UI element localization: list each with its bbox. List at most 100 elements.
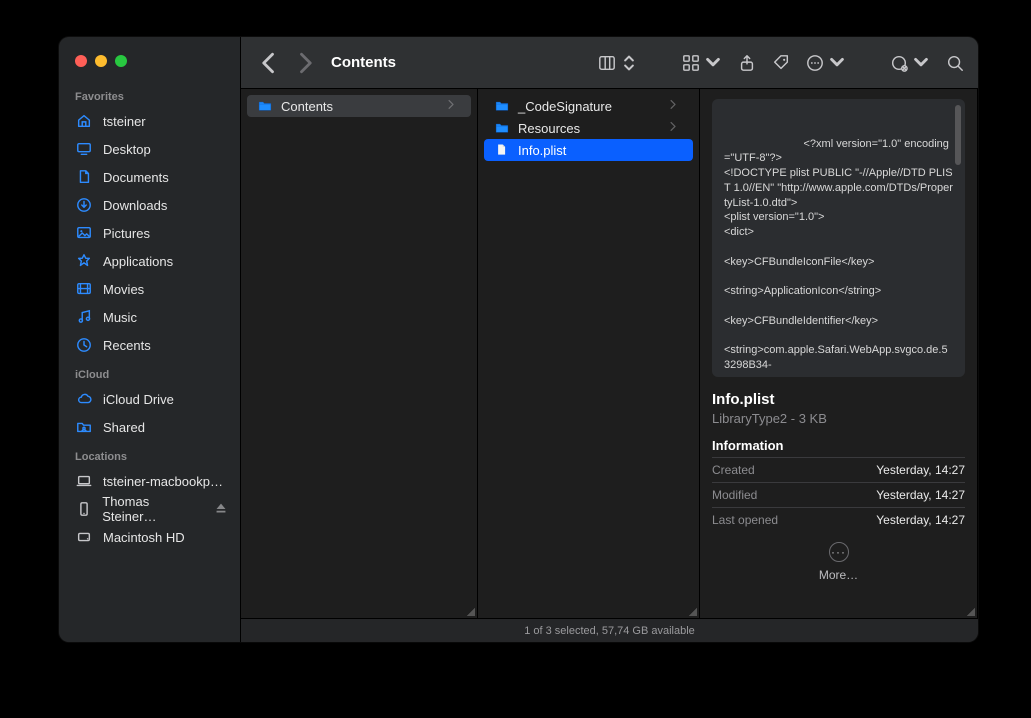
music-icon — [75, 308, 93, 326]
info-key: Modified — [712, 488, 757, 502]
status-text: 1 of 3 selected, 57,74 GB available — [524, 625, 695, 637]
sidebar-item-label: Thomas Steiner… — [102, 494, 202, 524]
info-key: Last opened — [712, 513, 778, 527]
folder-row[interactable]: Contents — [247, 95, 471, 117]
view-mode-button[interactable] — [598, 54, 638, 72]
status-bar: 1 of 3 selected, 57,74 GB available — [241, 618, 978, 642]
sidebar-item[interactable]: tsteiner-macbookp… — [59, 467, 240, 495]
laptop-icon — [75, 472, 93, 490]
column-1[interactable]: Contents — [241, 89, 478, 618]
info-value: Yesterday, 14:27 — [876, 513, 965, 527]
info-row: Created Yesterday, 14:27 — [712, 457, 965, 482]
sidebar-item-label: Pictures — [103, 226, 150, 241]
sidebar-item-label: Movies — [103, 282, 144, 297]
sidebar-item[interactable]: tsteiner — [59, 107, 240, 135]
chevron-right-icon — [667, 120, 683, 136]
row-label: Resources — [518, 121, 580, 136]
preview-column: <?xml version="1.0" encoding="UTF-8"?> <… — [700, 89, 978, 618]
sidebar-section-title: iCloud — [59, 365, 240, 385]
window-controls — [59, 51, 240, 83]
desktop-icon — [75, 140, 93, 158]
sidebar-item-label: Applications — [103, 254, 173, 269]
info-row: Last opened Yesterday, 14:27 — [712, 507, 965, 532]
window-title: Contents — [331, 54, 396, 71]
toolbar: Contents — [241, 37, 978, 89]
connect-button[interactable] — [890, 54, 930, 72]
column-2[interactable]: _CodeSignature Resources Info.plist — [478, 89, 700, 618]
search-button[interactable] — [946, 54, 964, 72]
file-preview[interactable]: <?xml version="1.0" encoding="UTF-8"?> <… — [712, 99, 965, 377]
info-heading: Information — [712, 438, 965, 453]
hdd-icon — [75, 528, 93, 546]
minimize-window-button[interactable] — [95, 55, 107, 67]
movie-icon — [75, 280, 93, 298]
info-row: Modified Yesterday, 14:27 — [712, 482, 965, 507]
sidebar-item[interactable]: Macintosh HD — [59, 523, 240, 551]
file-subtitle: LibraryType2 - 3 KB — [712, 411, 965, 426]
group-by-button[interactable] — [682, 54, 722, 72]
folder-icon — [257, 98, 273, 114]
house-icon — [75, 112, 93, 130]
sidebar-item[interactable]: Movies — [59, 275, 240, 303]
eject-icon[interactable] — [213, 500, 230, 518]
sidebar-item[interactable]: Applications — [59, 247, 240, 275]
sidebar-item-label: Recents — [103, 338, 151, 353]
sidebar: Favoriteststeiner Desktop Documents Downloa… — [59, 37, 241, 642]
sidebar-item[interactable]: Music — [59, 303, 240, 331]
folder-row[interactable]: Resources — [484, 117, 693, 139]
column-view: Contents _CodeSignature Resources Info.pli… — [241, 89, 978, 618]
phone-icon — [75, 500, 92, 518]
sidebar-item-label: Downloads — [103, 198, 167, 213]
actions-button[interactable] — [806, 54, 846, 72]
apps-icon — [75, 252, 93, 270]
file-name: Info.plist — [712, 391, 965, 408]
main-area: Contents — [241, 37, 978, 642]
file-details: Info.plist LibraryType2 - 3 KB Informati… — [712, 377, 965, 582]
sidebar-item[interactable]: Desktop — [59, 135, 240, 163]
folder-icon — [494, 120, 510, 136]
more-label[interactable]: More… — [819, 568, 858, 582]
sidebar-item[interactable]: Recents — [59, 331, 240, 359]
info-value: Yesterday, 14:27 — [876, 463, 965, 477]
more-actions-button[interactable]: ··· — [829, 542, 849, 562]
preview-scrollbar[interactable] — [955, 105, 961, 165]
sidebar-item-label: Documents — [103, 170, 169, 185]
sidebar-item-label: Music — [103, 310, 137, 325]
row-label: Info.plist — [518, 143, 566, 158]
zoom-window-button[interactable] — [115, 55, 127, 67]
info-value: Yesterday, 14:27 — [876, 488, 965, 502]
share-button[interactable] — [738, 54, 756, 72]
cloud-icon — [75, 390, 93, 408]
info-key: Created — [712, 463, 755, 477]
back-button[interactable] — [255, 49, 283, 77]
folder-icon — [494, 98, 510, 114]
row-label: _CodeSignature — [518, 99, 612, 114]
chevron-right-icon — [445, 98, 461, 114]
tags-button[interactable] — [772, 54, 790, 72]
sidebar-item-label: Shared — [103, 420, 145, 435]
sidebar-section-title: Locations — [59, 447, 240, 467]
sidebar-section-title: Favorites — [59, 87, 240, 107]
folder-shared-icon — [75, 418, 93, 436]
sidebar-item-label: tsteiner-macbookp… — [103, 474, 223, 489]
preview-text: <?xml version="1.0" encoding="UTF-8"?> <… — [724, 138, 953, 371]
sidebar-item[interactable]: Shared — [59, 413, 240, 441]
close-window-button[interactable] — [75, 55, 87, 67]
sidebar-item-label: iCloud Drive — [103, 392, 174, 407]
window-body: Favoriteststeiner Desktop Documents Downloa… — [59, 37, 978, 642]
image-icon — [75, 224, 93, 242]
finder-window: Favoriteststeiner Desktop Documents Downloa… — [59, 37, 978, 642]
file-icon — [494, 142, 510, 158]
file-row[interactable]: Info.plist — [484, 139, 693, 161]
sidebar-item-label: Macintosh HD — [103, 530, 185, 545]
sidebar-item[interactable]: Thomas Steiner… — [59, 495, 240, 523]
sidebar-item[interactable]: iCloud Drive — [59, 385, 240, 413]
sidebar-item[interactable]: Documents — [59, 163, 240, 191]
forward-button[interactable] — [291, 49, 319, 77]
sidebar-item[interactable]: Downloads — [59, 191, 240, 219]
folder-row[interactable]: _CodeSignature — [484, 95, 693, 117]
chevron-right-icon — [667, 98, 683, 114]
sidebar-item-label: Desktop — [103, 142, 151, 157]
download-icon — [75, 196, 93, 214]
sidebar-item[interactable]: Pictures — [59, 219, 240, 247]
